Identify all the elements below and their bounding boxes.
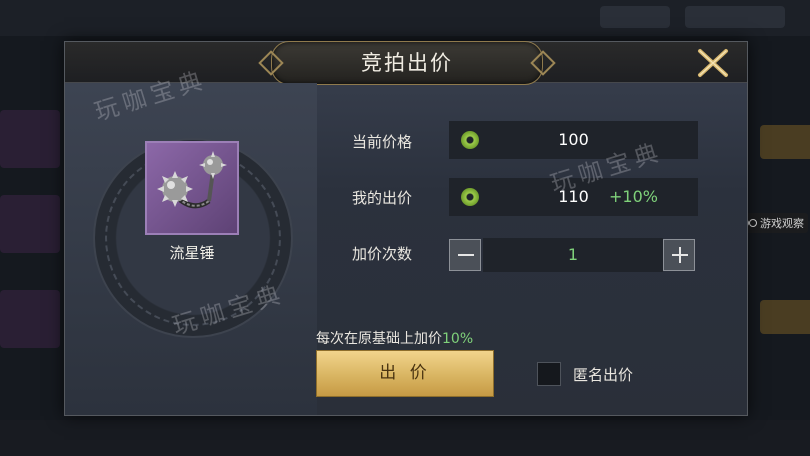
background-button: [760, 300, 810, 334]
close-x-icon: [698, 49, 728, 77]
my-bid-bonus: +10%: [609, 187, 658, 206]
side-watermark-text: 游戏观察: [760, 217, 804, 230]
increase-button[interactable]: [663, 239, 695, 271]
bid-button[interactable]: 出 价: [316, 350, 494, 397]
background-tab: [685, 6, 785, 28]
anonymous-label: 匿名出价: [573, 366, 634, 384]
raise-count-input[interactable]: 1: [483, 238, 663, 272]
raise-hint-percent: 10%: [442, 331, 474, 347]
current-price-value: 100: [558, 130, 589, 149]
decrease-button[interactable]: [449, 239, 481, 271]
background-item-slot: [0, 195, 60, 253]
my-bid-field: 110 +10%: [449, 178, 698, 216]
dialog-header: 竞拍出价: [65, 41, 747, 85]
raise-hint: 每次在原基础上加价10%: [316, 328, 473, 348]
raise-count-value: 1: [567, 245, 579, 264]
raise-count-label: 加价次数: [352, 245, 413, 263]
raise-hint-text: 每次在原基础上加价: [316, 331, 442, 347]
background-bottom-bar: [0, 420, 810, 456]
close-button[interactable]: [697, 48, 729, 78]
item-panel: 流星锤: [65, 83, 317, 415]
background-tab: [600, 6, 670, 28]
item-slot[interactable]: [145, 141, 239, 235]
background-item-slot: [0, 290, 60, 348]
background-item-slot: [0, 110, 60, 168]
background-button: [760, 125, 810, 159]
title-plate: 竞拍出价: [271, 41, 543, 85]
dialog-title: 竞拍出价: [361, 51, 453, 75]
background-top-bar: [0, 0, 810, 36]
minus-icon: [458, 254, 474, 256]
anonymous-checkbox[interactable]: [537, 362, 561, 386]
item-name: 流星锤: [169, 244, 215, 262]
my-bid-value: 110: [558, 187, 589, 206]
auction-bid-dialog: 竞拍出价 流星锤 当前价格 100 我的出价 110 +10% 加价次数 1 每…: [64, 41, 748, 416]
meteor-hammer-icon: [157, 151, 227, 209]
my-bid-label: 我的出价: [352, 189, 413, 207]
current-price-label: 当前价格: [352, 133, 413, 151]
current-price-field: 100: [449, 121, 698, 159]
